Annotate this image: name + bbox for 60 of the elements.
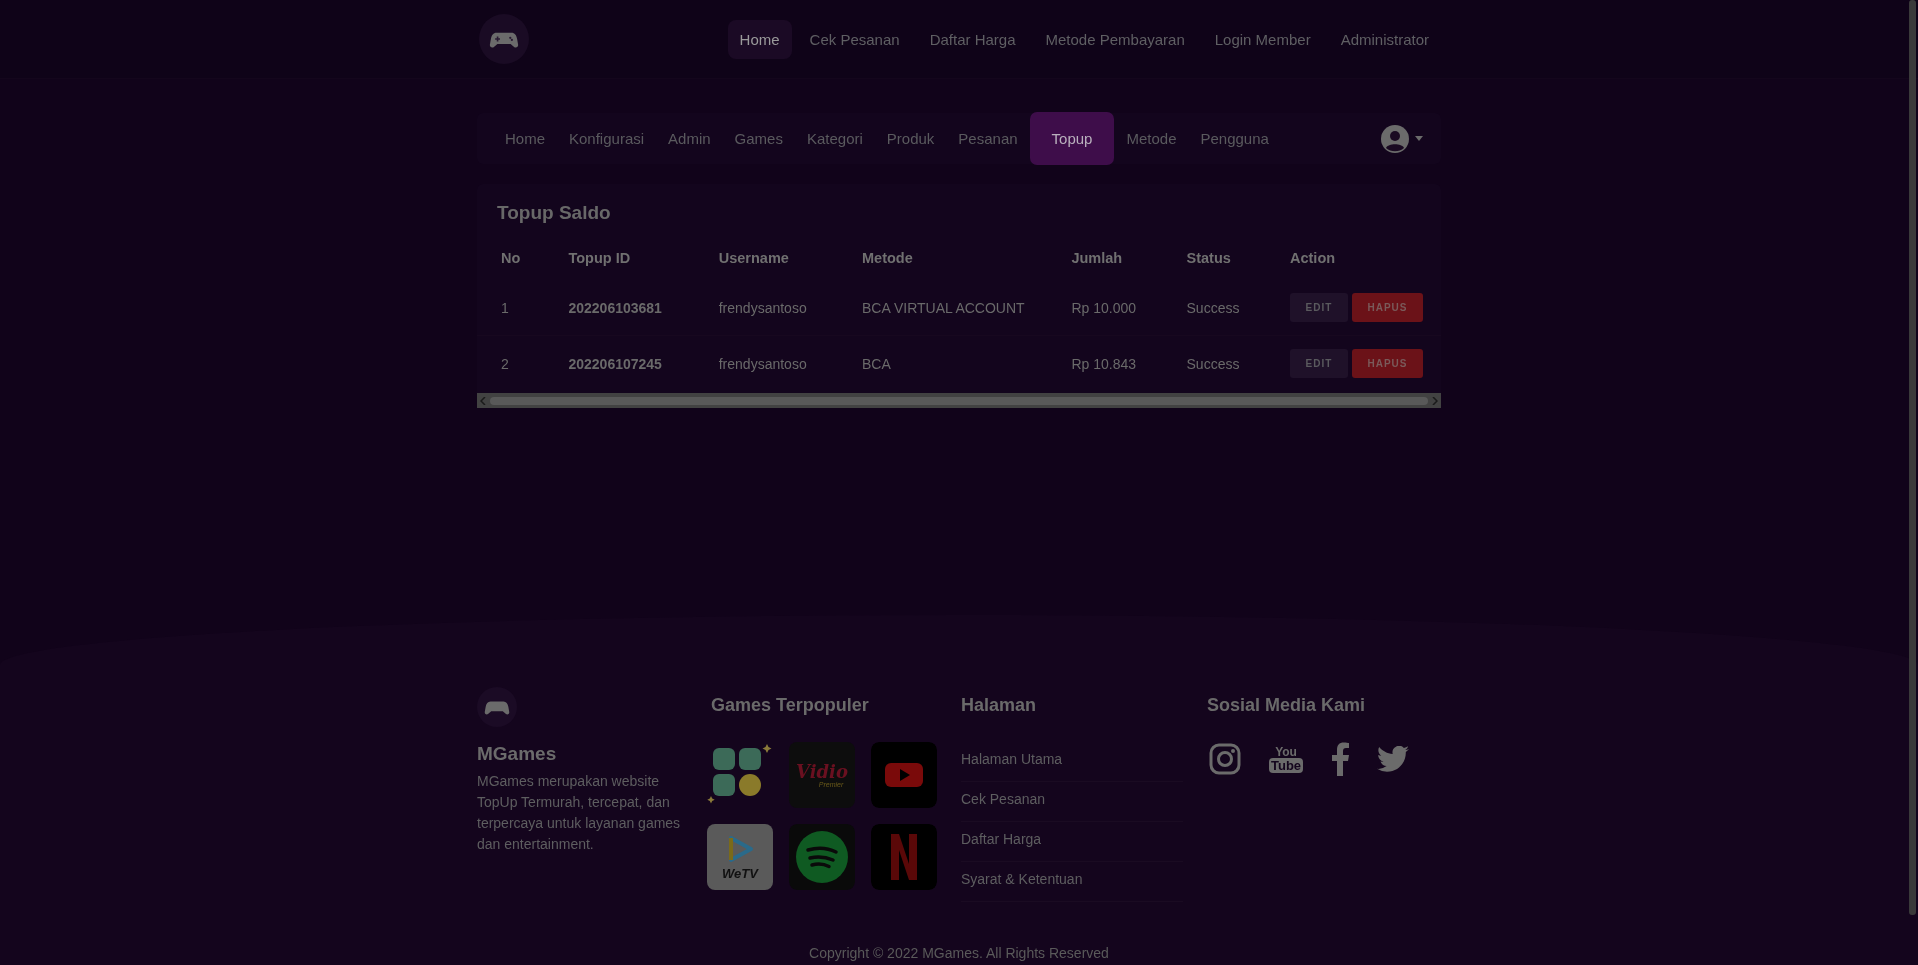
nav-link[interactable]: Cek Pesanan — [797, 19, 912, 59]
gamepad-logo-icon — [477, 687, 517, 727]
facebook-icon[interactable] — [1331, 742, 1350, 776]
vertical-scrollbar[interactable] — [1909, 0, 1916, 915]
table-cell: Success — [1162, 335, 1266, 391]
table-cell: Rp 10.843 — [1047, 335, 1163, 391]
delete-button[interactable]: HAPUS — [1352, 293, 1423, 322]
nav-link[interactable]: Metode Pembayaran — [1033, 19, 1197, 59]
table-cell: 202206103681 — [544, 280, 695, 336]
edit-button[interactable]: EDIT — [1290, 349, 1348, 378]
table-cell: Rp 10.000 — [1047, 280, 1163, 336]
table-cell: frendysantoso — [694, 335, 838, 391]
admin-nav-link[interactable]: Admin — [656, 113, 723, 164]
admin-nav-link[interactable]: Topup — [1029, 112, 1115, 165]
section-heading: Games Terpopuler — [711, 695, 870, 716]
admin-nav-link[interactable]: Pesanan — [946, 113, 1030, 164]
nav-link[interactable]: Administrator — [1328, 19, 1441, 59]
nav-link[interactable]: Home — [727, 19, 792, 59]
admin-nav-link[interactable]: Home — [493, 113, 557, 164]
gamepad-logo-icon[interactable] — [479, 14, 529, 64]
footer-link[interactable]: Daftar Harga — [961, 831, 1042, 847]
admin-nav-link[interactable]: Kategori — [794, 113, 875, 164]
section-heading: Sosial Media Kami — [1207, 695, 1367, 716]
copyright-text: Copyright © 2022 MGames. All Rights Reserved — [808, 945, 1110, 961]
table-cell: 202206107245 — [544, 335, 695, 391]
column-header: No — [500, 250, 522, 268]
column-header: Action — [1289, 250, 1337, 268]
delete-button[interactable]: HAPUS — [1352, 349, 1423, 378]
admin-nav-link[interactable]: Metode — [1114, 113, 1189, 164]
column-header: Metode — [861, 250, 914, 268]
spotify-app-icon[interactable] — [789, 824, 855, 890]
bird-icon[interactable] — [1377, 746, 1410, 772]
admin-nav-link[interactable]: Pengguna — [1188, 113, 1281, 164]
brand-name: MGames — [477, 743, 558, 765]
wetv-app-icon[interactable]: WeTV — [707, 824, 773, 890]
footer-link[interactable]: Cek Pesanan — [961, 791, 1046, 807]
section-heading: Halaman — [961, 695, 1038, 716]
instagram-icon[interactable] — [1209, 743, 1241, 775]
avatar-icon[interactable] — [1381, 124, 1409, 153]
footer-link[interactable]: Syarat & Ketentuan — [961, 871, 1083, 887]
table-cell: Success — [1162, 280, 1266, 336]
column-header: Topup ID — [567, 250, 632, 268]
nav-link[interactable]: Daftar Harga — [917, 19, 1028, 59]
footer-link[interactable]: Halaman Utama — [961, 751, 1063, 767]
table-cell: frendysantoso — [694, 280, 838, 336]
nav-link[interactable]: Login Member — [1202, 19, 1323, 59]
admin-nav-link[interactable]: Konfigurasi — [557, 113, 657, 164]
table-cell: 1 — [477, 280, 545, 336]
admin-nav-link[interactable]: Games — [722, 113, 795, 164]
admin-nav-link[interactable]: Produk — [874, 113, 947, 164]
column-header: Status — [1185, 250, 1232, 268]
column-header: Username — [717, 250, 790, 268]
column-header: Jumlah — [1070, 250, 1124, 268]
brand-description: MGames merupakan website TopUp Termurah, tercepat, dan terpercaya untuk layanan games dan entertainment. — [477, 772, 682, 854]
table-cell: BCA — [838, 335, 1048, 391]
edit-button[interactable]: EDIT — [1290, 293, 1348, 322]
caret-icon[interactable] — [1415, 136, 1423, 141]
table-cell: BCA VIRTUAL ACCOUNT — [838, 280, 1048, 336]
card-title: Topup Saldo — [497, 202, 612, 224]
table-cell: 2 — [477, 335, 545, 391]
